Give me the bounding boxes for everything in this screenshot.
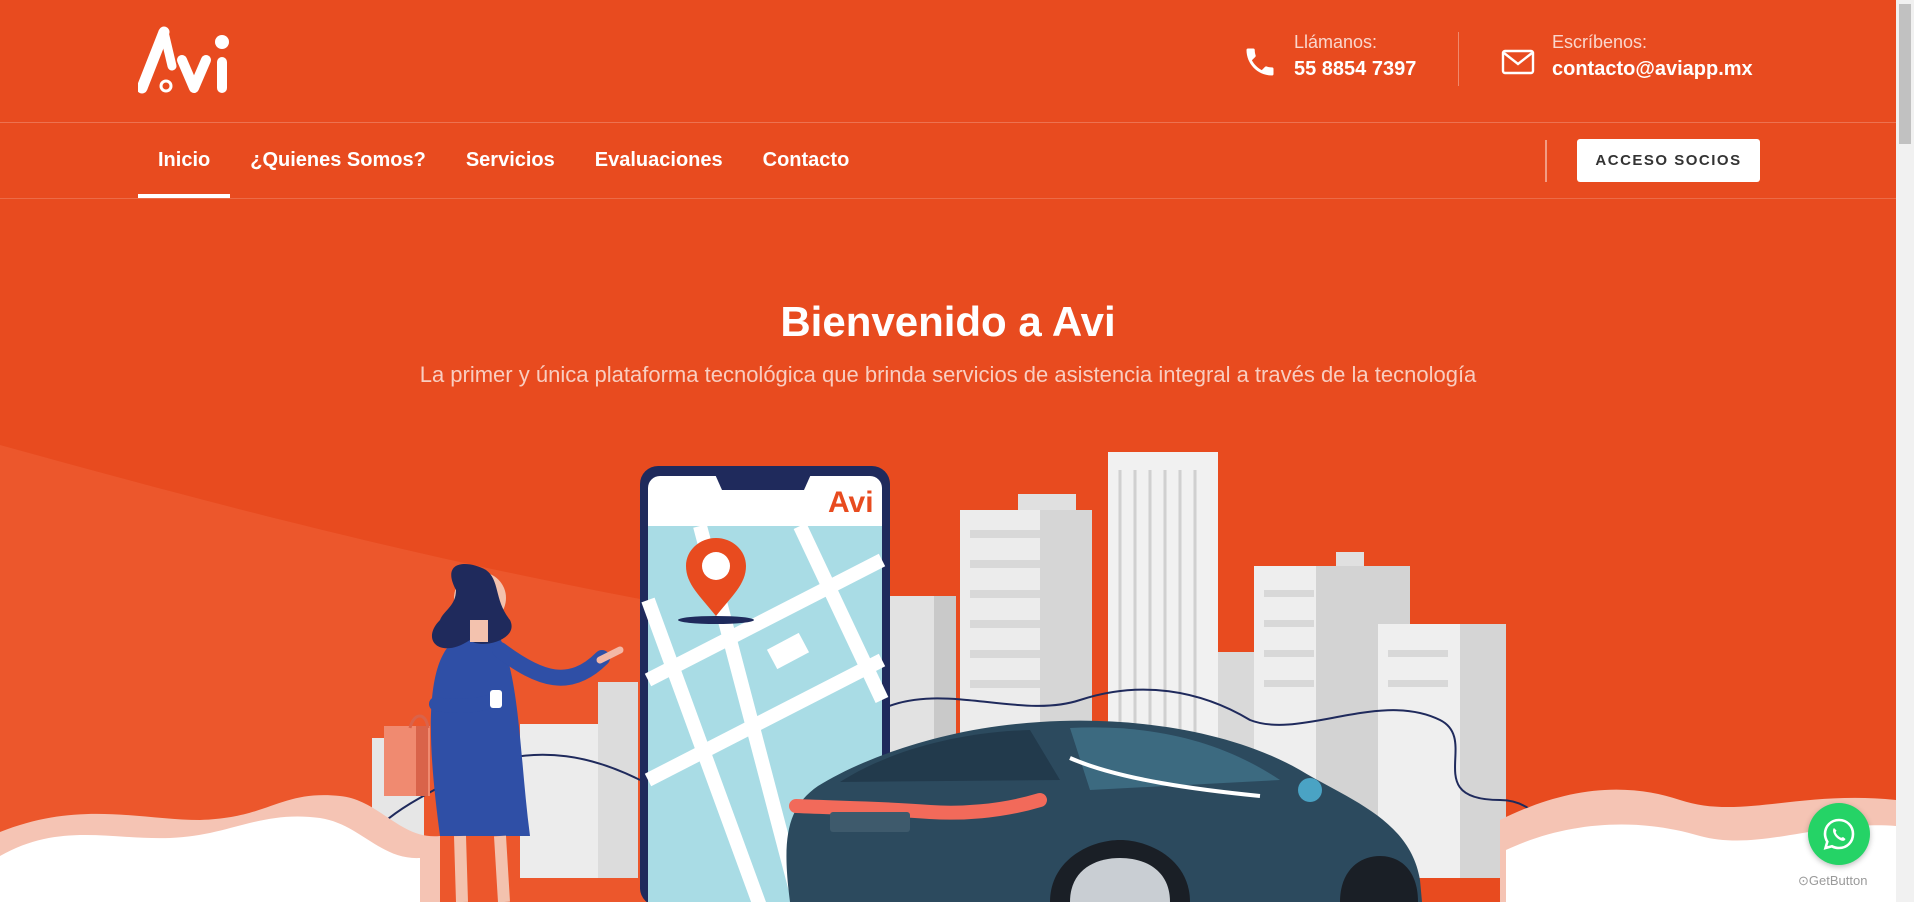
hero-illustration: Avi (0, 445, 1896, 902)
getbutton-link[interactable]: ⊙GetButton (1798, 873, 1867, 889)
nav-menu: Inicio ¿Quienes Somos? Servicios Evaluac… (138, 122, 869, 198)
email-address[interactable]: contacto@aviapp.mx (1552, 54, 1753, 84)
nav-item-quienes-somos[interactable]: ¿Quienes Somos? (230, 122, 446, 198)
nav-divider (1545, 140, 1547, 182)
acceso-socios-button[interactable]: ACCESO SOCIOS (1577, 139, 1760, 182)
email-contact[interactable]: Escríbenos: contacto@aviapp.mx (1500, 30, 1753, 84)
whatsapp-icon (1823, 818, 1855, 850)
top-header: Llámanos: 55 8854 7397 Escríbenos: conta… (0, 0, 1896, 123)
page-scrollbar[interactable] (1896, 0, 1914, 902)
main-nav: Inicio ¿Quienes Somos? Servicios Evaluac… (0, 122, 1896, 199)
whatsapp-button[interactable] (1808, 803, 1870, 865)
nav-item-inicio[interactable]: Inicio (138, 122, 231, 198)
phone-contact[interactable]: Llámanos: 55 8854 7397 (1242, 30, 1416, 84)
header-divider (1458, 32, 1459, 86)
mail-icon (1501, 49, 1535, 75)
page: Llámanos: 55 8854 7397 Escríbenos: conta… (0, 0, 1896, 902)
getbutton-label[interactable]: GetButton (1809, 873, 1868, 888)
nav-item-contacto[interactable]: Contacto (743, 122, 870, 198)
email-label: Escríbenos: (1552, 32, 1648, 52)
hero-title: Bienvenido a Avi (780, 298, 1116, 345)
phone-screen-logo: Avi (828, 486, 874, 519)
avi-logo[interactable] (138, 26, 234, 96)
nav-item-servicios[interactable]: Servicios (446, 122, 575, 198)
phone-icon (1246, 48, 1274, 76)
scrollbar-thumb[interactable] (1899, 4, 1911, 144)
nav-item-evaluaciones[interactable]: Evaluaciones (575, 122, 743, 198)
phone-number[interactable]: 55 8854 7397 (1294, 54, 1416, 84)
hero-subtitle: La primer y única plataforma tecnológica… (419, 362, 1477, 387)
phone-label: Llámanos: (1294, 32, 1378, 52)
